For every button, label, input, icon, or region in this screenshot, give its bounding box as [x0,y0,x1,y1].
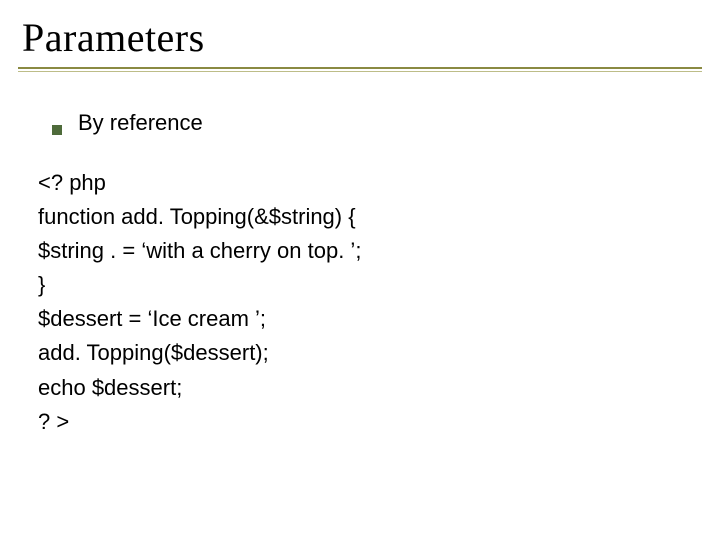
code-line: add. Topping($dessert); [38,336,672,370]
slide: Parameters By reference <? php function … [0,0,720,540]
title-rule-outer [18,67,702,75]
code-line: function add. Topping(&$string) { [38,200,672,234]
code-line: <? php [38,166,672,200]
bullet-item: By reference [52,110,672,136]
slide-body: By reference <? php function add. Toppin… [52,110,672,439]
code-line: $string . = ‘with a cherry on top. ’; [38,234,672,268]
code-line: ? > [38,405,672,439]
title-area: Parameters [18,14,702,75]
title-rule-inner [18,71,702,72]
code-line: } [38,268,672,302]
code-block: <? php function add. Topping(&$string) {… [38,166,672,439]
slide-title: Parameters [22,14,702,61]
code-line: $dessert = ‘Ice cream ’; [38,302,672,336]
code-line: echo $dessert; [38,371,672,405]
square-bullet-icon [52,125,62,135]
bullet-text: By reference [78,110,203,136]
